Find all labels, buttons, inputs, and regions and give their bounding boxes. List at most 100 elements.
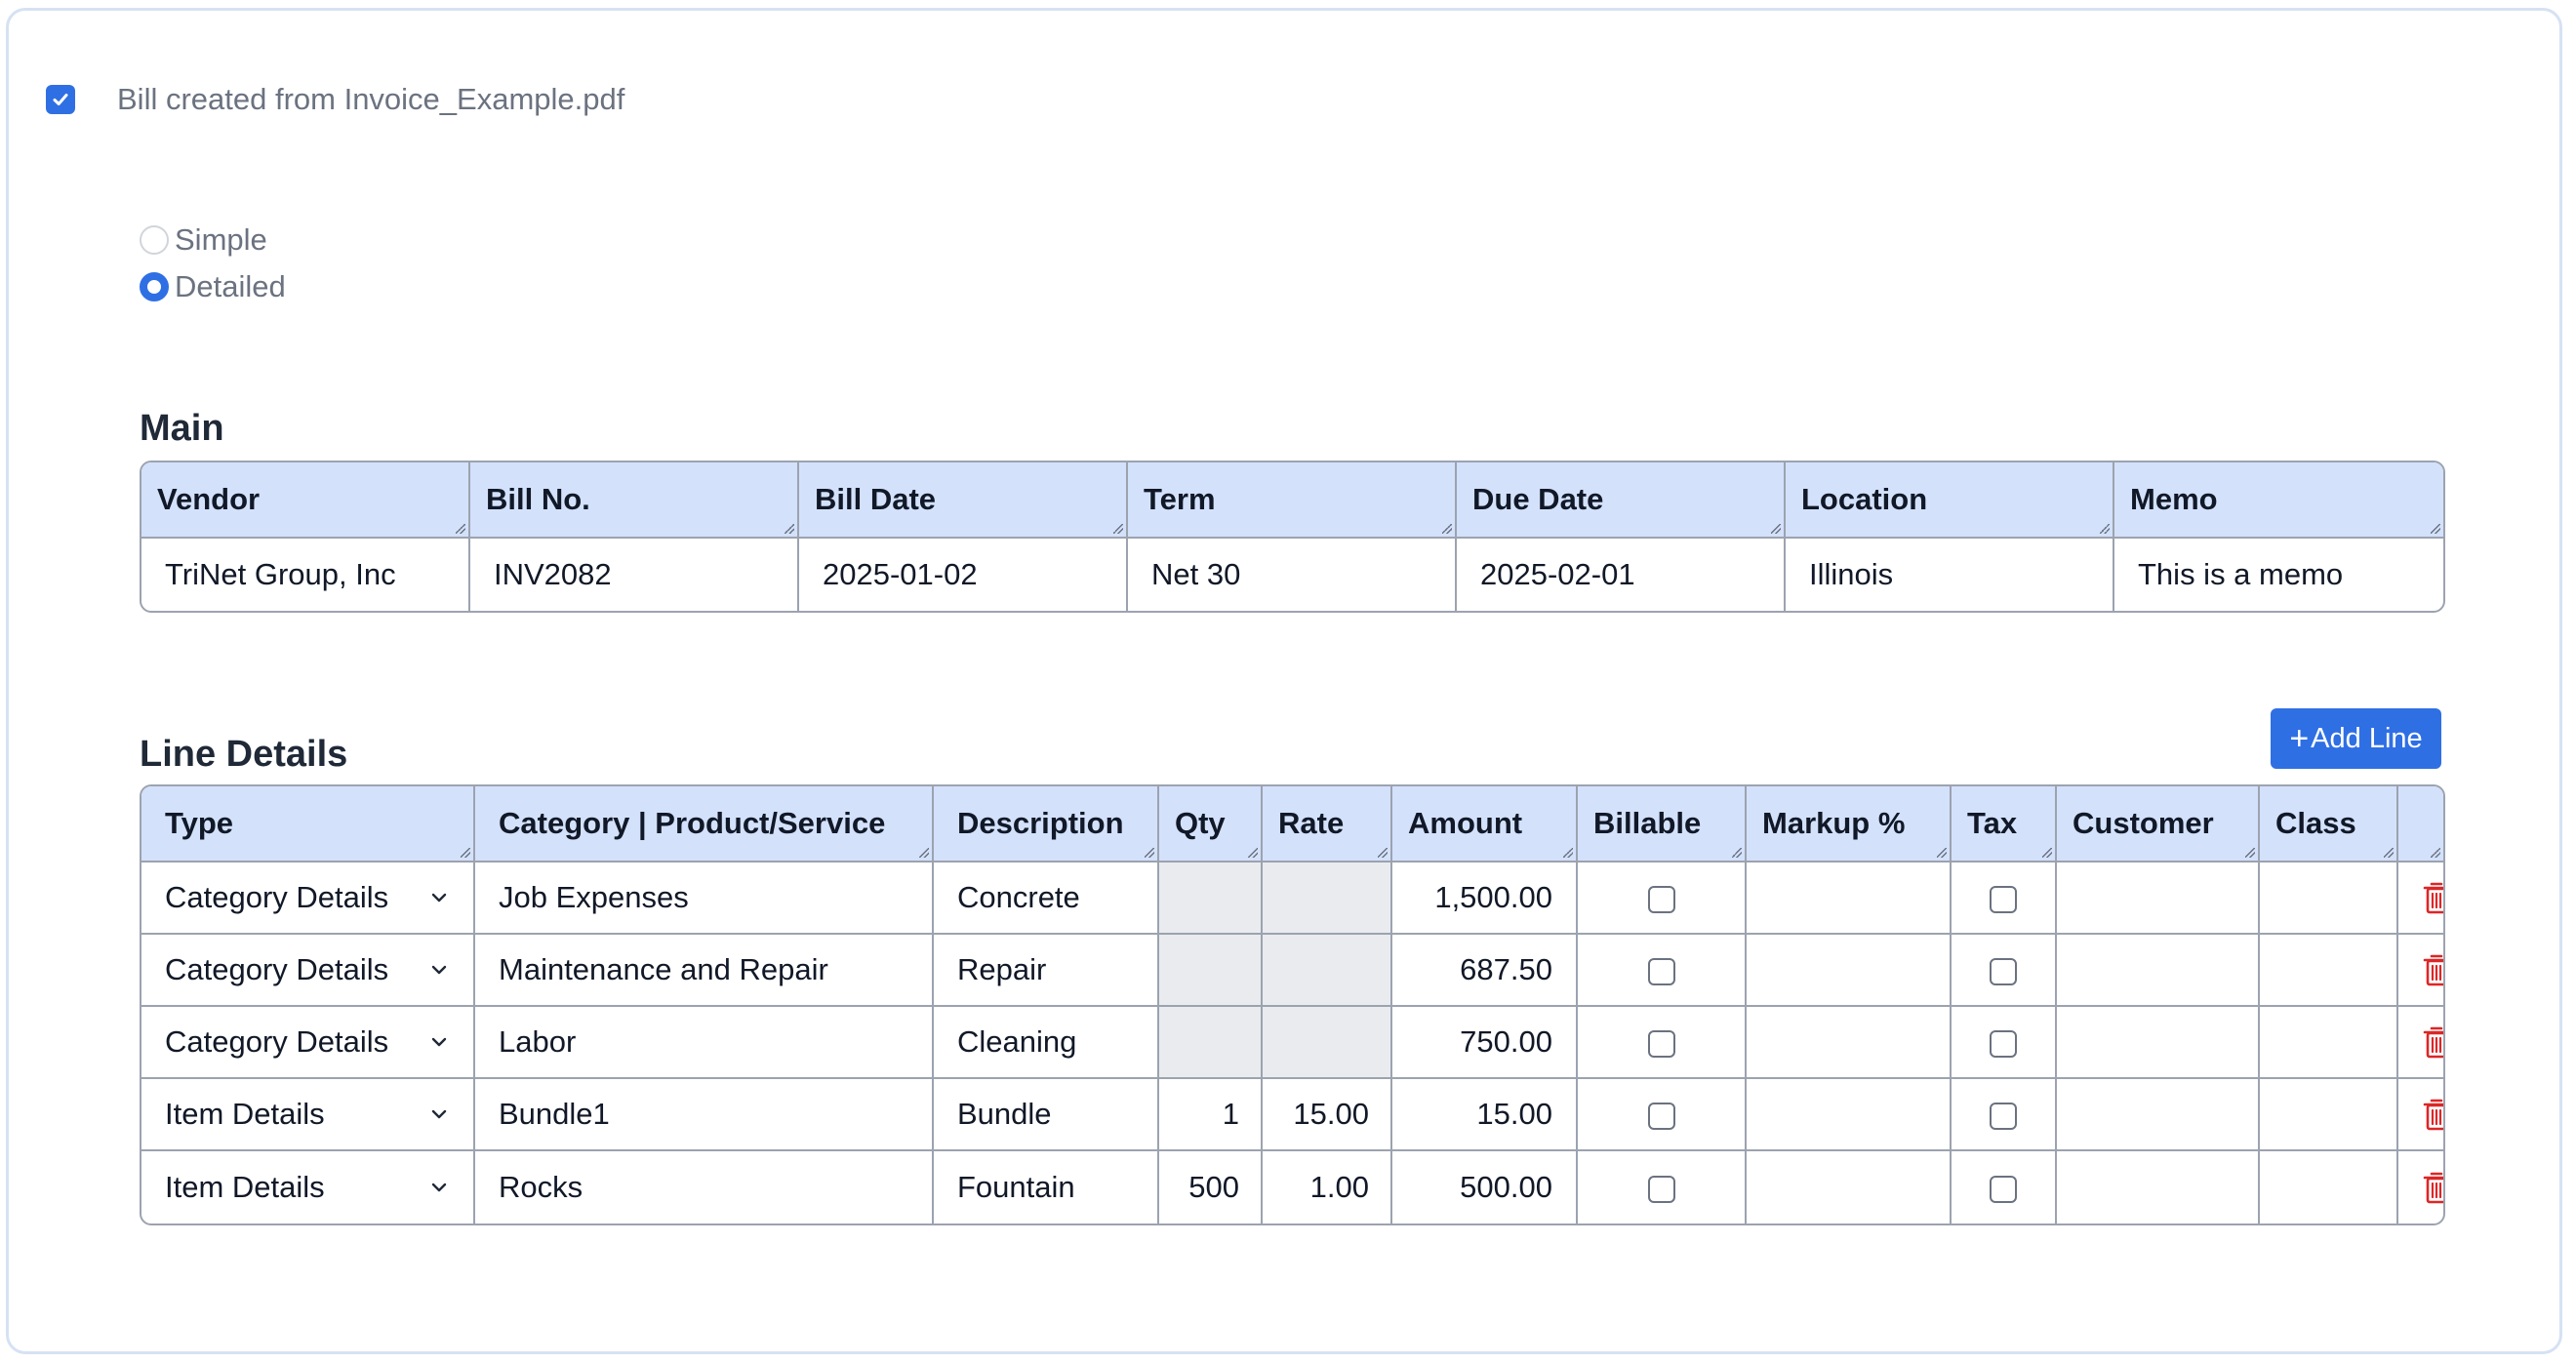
term-field[interactable]: Net 30 bbox=[1128, 539, 1457, 611]
delete-line-button[interactable] bbox=[2398, 935, 2443, 1007]
type-select[interactable]: Category Details bbox=[141, 863, 475, 935]
rate-field[interactable]: 1.00 bbox=[1263, 1151, 1392, 1224]
delete-line-button[interactable] bbox=[2398, 1151, 2443, 1224]
class-field[interactable] bbox=[2260, 935, 2398, 1007]
location-field[interactable]: Illinois bbox=[1786, 539, 2114, 611]
customer-field[interactable] bbox=[2057, 1079, 2260, 1151]
vendor-field[interactable]: TriNet Group, Inc bbox=[141, 539, 470, 611]
delete-line-button[interactable] bbox=[2398, 1079, 2443, 1151]
type-select-value: Category Details bbox=[165, 952, 389, 986]
rate-field[interactable] bbox=[1263, 863, 1392, 935]
markup-field[interactable] bbox=[1747, 935, 1952, 1007]
radio-simple[interactable] bbox=[140, 225, 169, 255]
tax-cell bbox=[1952, 1079, 2057, 1151]
col-billable[interactable]: Billable bbox=[1578, 786, 1747, 863]
qty-field[interactable] bbox=[1159, 1007, 1263, 1079]
type-select[interactable]: Item Details bbox=[141, 1151, 475, 1224]
add-line-button[interactable]: + Add Line bbox=[2271, 708, 2441, 769]
col-qty[interactable]: Qty bbox=[1159, 786, 1263, 863]
customer-field[interactable] bbox=[2057, 1151, 2260, 1224]
category-field[interactable]: Maintenance and Repair bbox=[475, 935, 934, 1007]
billable-checkbox[interactable] bbox=[1647, 1029, 1675, 1058]
type-select[interactable]: Category Details bbox=[141, 1007, 475, 1079]
description-field[interactable]: Cleaning bbox=[934, 1007, 1159, 1079]
category-field[interactable]: Job Expenses bbox=[475, 863, 934, 935]
rate-field[interactable]: 15.00 bbox=[1263, 1079, 1392, 1151]
tax-checkbox[interactable] bbox=[1990, 957, 2017, 985]
markup-field[interactable] bbox=[1747, 1151, 1952, 1224]
main-col-bill-no[interactable]: Bill No. bbox=[470, 462, 799, 539]
amount-field[interactable]: 500.00 bbox=[1392, 1151, 1578, 1224]
qty-field[interactable] bbox=[1159, 935, 1263, 1007]
class-field[interactable] bbox=[2260, 1007, 2398, 1079]
customer-field[interactable] bbox=[2057, 935, 2260, 1007]
main-col-memo[interactable]: Memo bbox=[2114, 462, 2443, 539]
amount-field[interactable]: 1,500.00 bbox=[1392, 863, 1578, 935]
col-type[interactable]: Type bbox=[141, 786, 475, 863]
bill-no-field[interactable]: INV2082 bbox=[470, 539, 799, 611]
bill-created-checkbox[interactable] bbox=[46, 85, 75, 114]
description-field[interactable]: Bundle bbox=[934, 1079, 1159, 1151]
class-field[interactable] bbox=[2260, 863, 2398, 935]
radio-option-detailed[interactable]: Detailed bbox=[140, 263, 286, 310]
col-tax[interactable]: Tax bbox=[1952, 786, 2057, 863]
bill-date-field[interactable]: 2025-01-02 bbox=[799, 539, 1128, 611]
delete-line-button[interactable] bbox=[2398, 1007, 2443, 1079]
category-field[interactable]: Labor bbox=[475, 1007, 934, 1079]
main-col-term[interactable]: Term bbox=[1128, 462, 1457, 539]
due-date-field[interactable]: 2025-02-01 bbox=[1457, 539, 1786, 611]
category-field[interactable]: Rocks bbox=[475, 1151, 934, 1224]
tax-checkbox[interactable] bbox=[1990, 1175, 2017, 1203]
description-field[interactable]: Repair bbox=[934, 935, 1159, 1007]
chevron-down-icon bbox=[431, 1037, 447, 1047]
col-class[interactable]: Class bbox=[2260, 786, 2398, 863]
memo-field[interactable]: This is a memo bbox=[2114, 539, 2443, 611]
col-category[interactable]: Category | Product/Service bbox=[475, 786, 934, 863]
category-field[interactable]: Bundle1 bbox=[475, 1079, 934, 1151]
markup-field[interactable] bbox=[1747, 863, 1952, 935]
billable-cell bbox=[1578, 935, 1747, 1007]
rate-field[interactable] bbox=[1263, 1007, 1392, 1079]
billable-checkbox[interactable] bbox=[1647, 1175, 1675, 1203]
radio-detailed[interactable] bbox=[140, 272, 169, 301]
main-col-vendor[interactable]: Vendor bbox=[141, 462, 470, 539]
qty-field[interactable]: 500 bbox=[1159, 1151, 1263, 1224]
radio-option-simple[interactable]: Simple bbox=[140, 217, 286, 263]
radio-simple-label[interactable]: Simple bbox=[175, 222, 267, 258]
col-amount[interactable]: Amount bbox=[1392, 786, 1578, 863]
col-markup[interactable]: Markup % bbox=[1747, 786, 1952, 863]
qty-field[interactable]: 1 bbox=[1159, 1079, 1263, 1151]
description-field[interactable]: Concrete bbox=[934, 863, 1159, 935]
delete-line-button[interactable] bbox=[2398, 863, 2443, 935]
main-col-due-date[interactable]: Due Date bbox=[1457, 462, 1786, 539]
tax-checkbox[interactable] bbox=[1990, 1102, 2017, 1130]
main-col-bill-date[interactable]: Bill Date bbox=[799, 462, 1128, 539]
billable-checkbox[interactable] bbox=[1647, 1102, 1675, 1130]
tax-checkbox[interactable] bbox=[1990, 885, 2017, 913]
description-field[interactable]: Fountain bbox=[934, 1151, 1159, 1224]
class-field[interactable] bbox=[2260, 1079, 2398, 1151]
type-select[interactable]: Item Details bbox=[141, 1079, 475, 1151]
amount-field[interactable]: 687.50 bbox=[1392, 935, 1578, 1007]
class-field[interactable] bbox=[2260, 1151, 2398, 1224]
billable-checkbox[interactable] bbox=[1647, 957, 1675, 985]
qty-field[interactable] bbox=[1159, 863, 1263, 935]
radio-detailed-label[interactable]: Detailed bbox=[175, 269, 286, 304]
line-details-table: Type Category | Product/Service Descript… bbox=[140, 784, 2445, 1225]
tax-checkbox[interactable] bbox=[1990, 1029, 2017, 1058]
markup-field[interactable] bbox=[1747, 1007, 1952, 1079]
markup-field[interactable] bbox=[1747, 1079, 1952, 1151]
tax-cell bbox=[1952, 935, 2057, 1007]
amount-field[interactable]: 750.00 bbox=[1392, 1007, 1578, 1079]
rate-field[interactable] bbox=[1263, 935, 1392, 1007]
col-description[interactable]: Description bbox=[934, 786, 1159, 863]
line-row: Category Details Maintenance and Repair Re… bbox=[141, 935, 2443, 1007]
type-select[interactable]: Category Details bbox=[141, 935, 475, 1007]
billable-checkbox[interactable] bbox=[1647, 885, 1675, 913]
customer-field[interactable] bbox=[2057, 863, 2260, 935]
main-col-location[interactable]: Location bbox=[1786, 462, 2114, 539]
col-rate[interactable]: Rate bbox=[1263, 786, 1392, 863]
col-customer[interactable]: Customer bbox=[2057, 786, 2260, 863]
amount-field[interactable]: 15.00 bbox=[1392, 1079, 1578, 1151]
customer-field[interactable] bbox=[2057, 1007, 2260, 1079]
